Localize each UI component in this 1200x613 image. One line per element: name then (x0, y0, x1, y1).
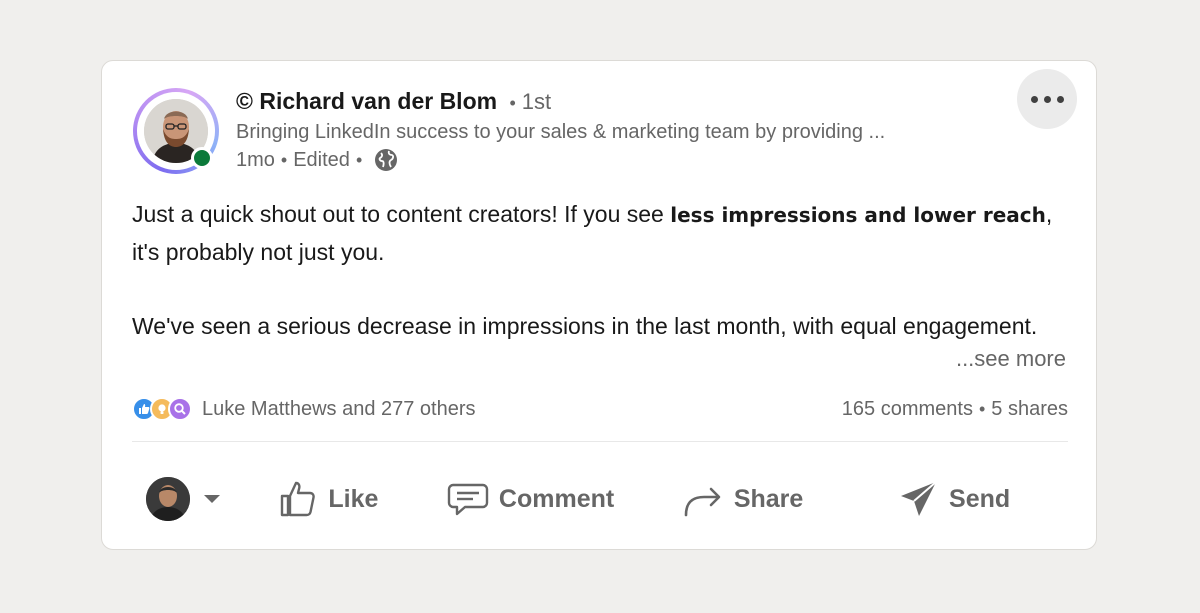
post-paragraph-1: Just a quick shout out to content creato… (132, 196, 1072, 271)
share-button[interactable]: Share (644, 479, 841, 519)
thumbs-up-icon (281, 481, 316, 517)
author-name[interactable]: Richard van der Blom (259, 88, 497, 114)
share-label: Share (733, 484, 804, 513)
copyright-mark: © (236, 88, 253, 114)
send-icon (901, 481, 937, 516)
divider (132, 441, 1068, 442)
like-label: Like (328, 484, 379, 513)
edited-label: Edited (293, 149, 350, 171)
comment-icon (447, 483, 489, 516)
globe-icon[interactable] (374, 148, 398, 172)
comments-count[interactable]: 165 comments (842, 398, 973, 421)
connection-degree: 1st (521, 89, 552, 114)
react-as-selector[interactable] (132, 477, 240, 521)
separator-dot: • (509, 93, 516, 113)
user-avatar (146, 477, 190, 521)
body-text-start: Just a quick shout out to content creato… (132, 201, 671, 227)
body-bold-text: less impressions and lower reach (670, 203, 1046, 227)
post-age: 1mo (236, 149, 275, 171)
author-headline[interactable]: Bringing LinkedIn success to your sales … (236, 117, 1006, 147)
author-line: © Richard van der Blom • 1st (236, 87, 1006, 117)
more-options-button[interactable] (1017, 69, 1077, 129)
engagement-counts: 165 comments • 5 shares (842, 398, 1068, 421)
separator-dot: • (978, 398, 986, 419)
chevron-down-icon (204, 495, 220, 503)
online-status-indicator (191, 147, 213, 169)
comment-button[interactable]: Comment (417, 479, 644, 519)
post-meta: 1mo • Edited • (236, 147, 1006, 173)
share-arrow-icon (684, 487, 721, 517)
comment-label: Comment (498, 484, 615, 513)
separator-dot: • (355, 150, 363, 170)
ellipsis-icon (1030, 95, 1064, 103)
post-body: Just a quick shout out to content creato… (132, 196, 1072, 345)
social-counts: Luke Matthews and 277 others 165 comment… (132, 394, 1068, 424)
send-label: Send (949, 484, 1011, 513)
reaction-icons (132, 397, 192, 421)
action-bar: Like Comment Share Send (132, 461, 1068, 537)
curious-icon (168, 397, 192, 421)
post-card: © Richard van der Blom • 1st Bringing Lin… (101, 60, 1097, 550)
reactions-text: Luke Matthews and 277 others (202, 397, 476, 420)
post-header: © Richard van der Blom • 1st Bringing Lin… (236, 87, 1006, 173)
separator-dot: • (280, 150, 288, 170)
shares-count[interactable]: 5 shares (991, 398, 1068, 421)
post-paragraph-2: We've seen a serious decrease in impress… (132, 313, 1038, 339)
send-button[interactable]: Send (841, 479, 1068, 519)
see-more-link[interactable]: ...see more (956, 346, 1066, 372)
reactions-summary[interactable]: Luke Matthews and 277 others (132, 397, 476, 421)
like-button[interactable]: Like (240, 479, 418, 519)
